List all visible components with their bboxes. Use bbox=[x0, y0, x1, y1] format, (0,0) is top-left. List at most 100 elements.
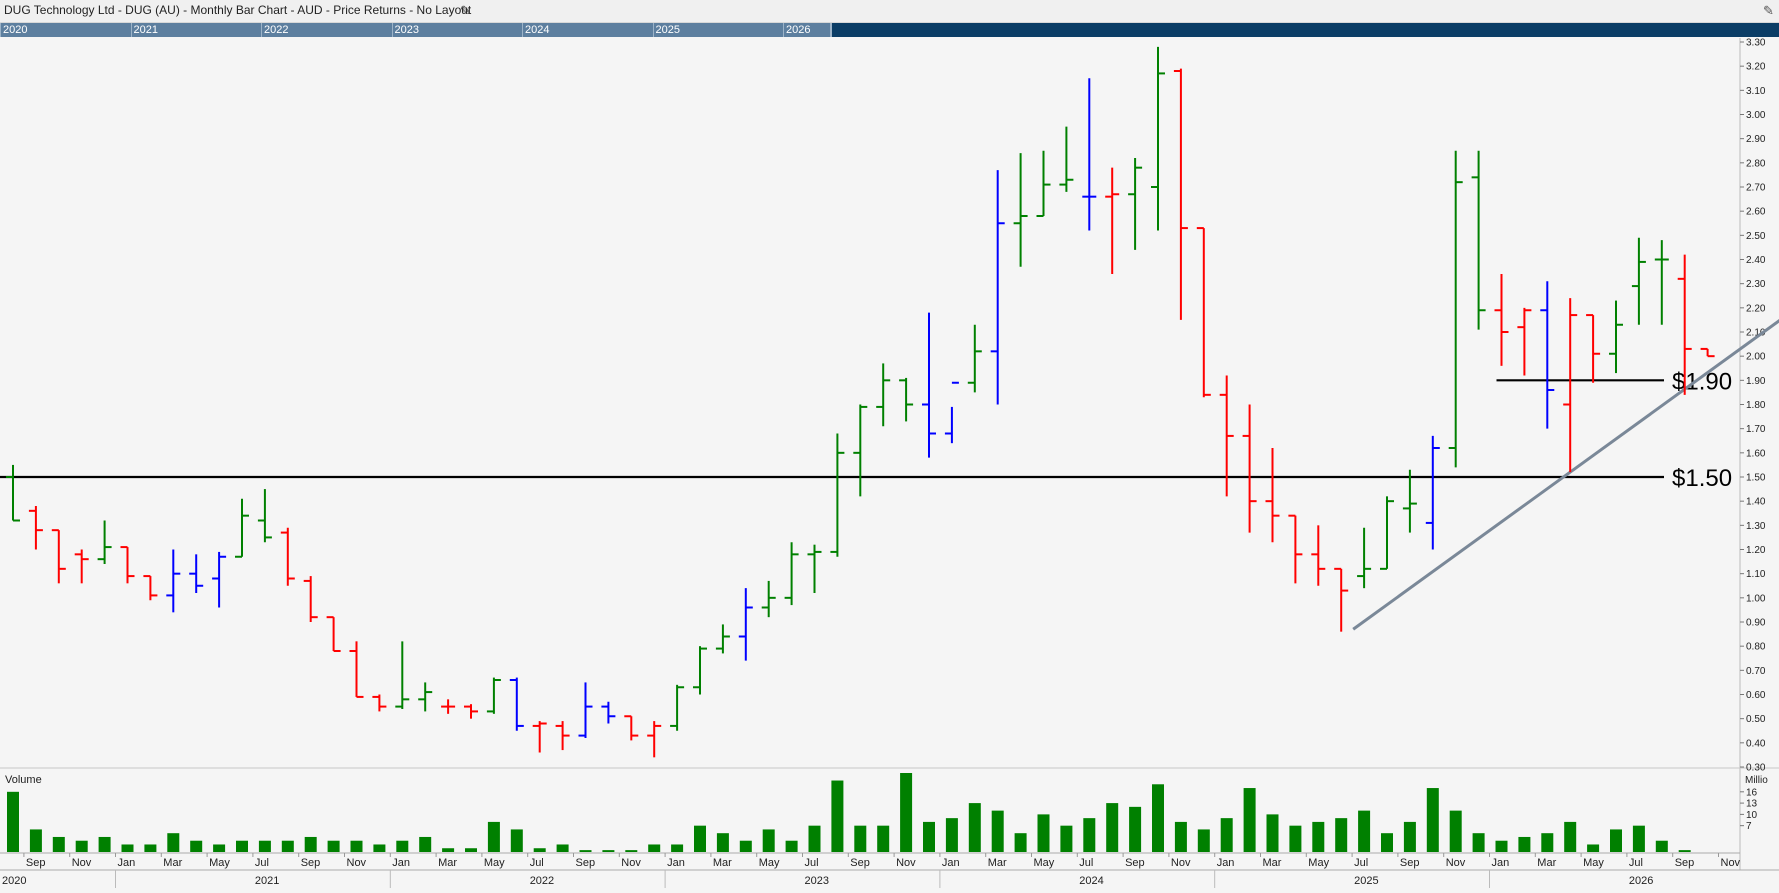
price-tick-label: 2.00 bbox=[1746, 352, 1766, 363]
volume-bar bbox=[1266, 814, 1279, 852]
month-label: Mar bbox=[1537, 857, 1556, 869]
volume-bar bbox=[785, 840, 798, 852]
volume-bar bbox=[1152, 784, 1164, 852]
year-label: 2024 bbox=[1079, 875, 1103, 887]
volume-bar bbox=[75, 840, 88, 852]
year-label: 2020 bbox=[2, 875, 26, 887]
year-label: 2022 bbox=[530, 875, 554, 887]
volume-bar bbox=[1174, 821, 1187, 852]
price-tick-label: 1.40 bbox=[1746, 497, 1766, 508]
month-label: Nov bbox=[347, 857, 367, 869]
price-tick-label: 1.80 bbox=[1746, 400, 1766, 411]
volume-bar bbox=[716, 833, 729, 852]
volume-tick-label: 10 bbox=[1746, 810, 1758, 821]
price-tick-label: 0.90 bbox=[1746, 618, 1766, 629]
volume-bar bbox=[1587, 844, 1600, 852]
volume-bar bbox=[1678, 850, 1691, 852]
volume-bar bbox=[1037, 814, 1050, 852]
month-label: Jul bbox=[1079, 857, 1093, 869]
price-tick-label: 2.30 bbox=[1746, 279, 1766, 290]
price-tick-label: 3.10 bbox=[1746, 86, 1766, 97]
month-label: May bbox=[1034, 857, 1055, 869]
volume-bar bbox=[602, 850, 615, 852]
month-label: Jan bbox=[1492, 857, 1510, 869]
volume-tick-label: 7 bbox=[1746, 821, 1752, 832]
month-label: Sep bbox=[26, 857, 46, 869]
volume-bar bbox=[1426, 788, 1439, 852]
price-tick-label: 0.40 bbox=[1746, 738, 1766, 749]
price-tick-label: 1.90 bbox=[1746, 376, 1766, 387]
price-pane[interactable] bbox=[0, 38, 1740, 768]
price-tick-label: 2.40 bbox=[1746, 255, 1766, 266]
volume-bar bbox=[1083, 818, 1096, 852]
volume-bar bbox=[877, 825, 890, 852]
month-label: May bbox=[1583, 857, 1604, 869]
volume-bar bbox=[327, 840, 340, 852]
volume-bar bbox=[465, 848, 477, 852]
month-label: Jan bbox=[667, 857, 685, 869]
price-tick-label: 3.30 bbox=[1746, 38, 1766, 49]
volume-bar bbox=[968, 803, 981, 852]
price-tick-label: 3.20 bbox=[1746, 62, 1766, 73]
volume-bar bbox=[29, 829, 42, 852]
month-label: Nov bbox=[621, 857, 641, 869]
month-label: Jul bbox=[805, 857, 819, 869]
volume-bar bbox=[1060, 825, 1073, 852]
month-label: Sep bbox=[576, 857, 596, 869]
volume-bar bbox=[694, 825, 706, 852]
month-label: Sep bbox=[850, 857, 870, 869]
price-tick-label: 2.80 bbox=[1746, 158, 1766, 169]
volume-bar bbox=[258, 840, 271, 852]
volume-bar bbox=[991, 810, 1004, 852]
volume-bar bbox=[579, 850, 592, 852]
price-chart[interactable]: 3.30 3.20 3.10 3.00 2.90 2.80 2.70 2.60 2.50 2.40… bbox=[0, 0, 1779, 893]
month-label: Mar bbox=[988, 857, 1007, 869]
price-tick-label: 1.70 bbox=[1746, 424, 1766, 435]
volume-bar bbox=[1655, 840, 1668, 852]
year-label: 2023 bbox=[805, 875, 829, 887]
volume-bar bbox=[1632, 825, 1645, 852]
month-label: Jul bbox=[1629, 857, 1643, 869]
volume-bar bbox=[900, 773, 913, 852]
price-tick-label: 2.20 bbox=[1746, 303, 1766, 314]
month-label: Sep bbox=[1400, 857, 1420, 869]
volume-bar bbox=[1564, 821, 1577, 852]
price-tick-label: 2.60 bbox=[1746, 207, 1766, 218]
volume-bar bbox=[1129, 806, 1142, 852]
month-label: Jul bbox=[1354, 857, 1368, 869]
volume-bar bbox=[487, 821, 500, 852]
volume-bar bbox=[1014, 833, 1027, 852]
volume-bar bbox=[831, 780, 844, 852]
price-tick-label: 0.70 bbox=[1746, 666, 1766, 677]
volume-bar bbox=[945, 818, 958, 852]
price-tick-label: 1.60 bbox=[1746, 448, 1766, 459]
month-label: Sep bbox=[1125, 857, 1145, 869]
volume-bar bbox=[1289, 825, 1302, 852]
month-label: Jan bbox=[392, 857, 410, 869]
volume-bar bbox=[1106, 803, 1119, 852]
price-tick-label: 0.80 bbox=[1746, 642, 1766, 653]
month-label: Jul bbox=[255, 857, 269, 869]
year-label: 2021 bbox=[255, 875, 279, 887]
volume-bar bbox=[1197, 829, 1210, 852]
level-label: $1.50 bbox=[1672, 465, 1732, 492]
volume-bar bbox=[1495, 840, 1508, 852]
month-label: May bbox=[759, 857, 780, 869]
volume-bar bbox=[442, 848, 455, 852]
volume-tick-label: 13 bbox=[1746, 799, 1758, 810]
volume-bar bbox=[854, 825, 867, 852]
volume-unit-label: Millio bbox=[1745, 775, 1768, 786]
month-label: Jan bbox=[942, 857, 960, 869]
volume-bar bbox=[648, 844, 661, 852]
volume-bar bbox=[1541, 833, 1554, 852]
month-label: Sep bbox=[1675, 857, 1695, 869]
volume-bar bbox=[1403, 821, 1416, 852]
volume-bar bbox=[1610, 829, 1622, 852]
month-label: Mar bbox=[713, 857, 732, 869]
volume-bar bbox=[419, 836, 432, 852]
month-label: Mar bbox=[163, 857, 182, 869]
price-tick-label: 2.50 bbox=[1746, 231, 1766, 242]
volume-bar bbox=[167, 833, 180, 852]
price-tick-label: 1.10 bbox=[1746, 569, 1766, 580]
month-label: Nov bbox=[1446, 857, 1466, 869]
